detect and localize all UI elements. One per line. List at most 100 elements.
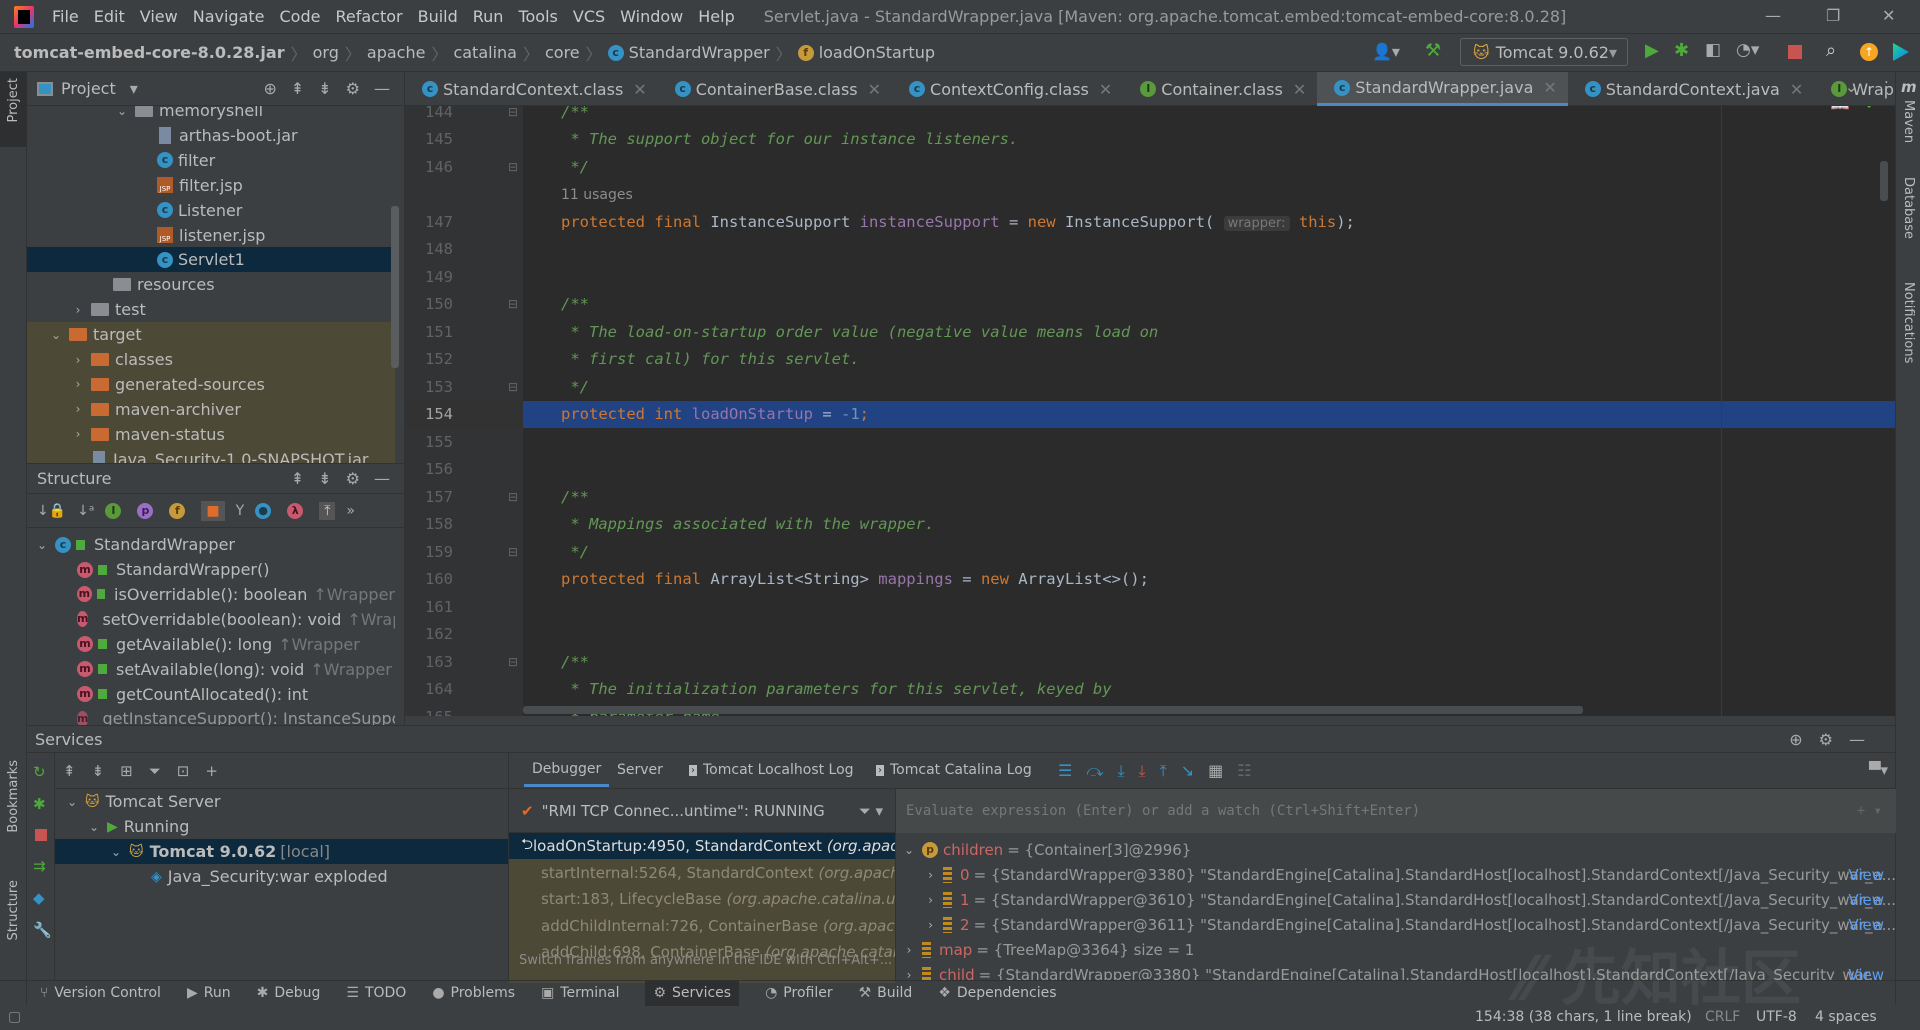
chevron-right-icon[interactable]: › — [71, 353, 85, 367]
stack-frame[interactable]: start:183, LifecycleBase (org.apache.cata… — [509, 886, 895, 912]
view-link[interactable]: View — [1848, 866, 1884, 884]
structure-item[interactable]: m setOverridable(boolean): void↑Wrapp — [27, 607, 395, 632]
close-tab-icon[interactable]: ✕ — [1293, 80, 1306, 99]
tool-terminal[interactable]: ▣ Terminal — [541, 985, 619, 1001]
services-tree-item[interactable]: ◈ Java_Security:war exploded — [55, 864, 508, 889]
tab-container-class[interactable]: I Container.class ✕ — [1123, 72, 1317, 106]
chevron-down-icon[interactable]: ⌄ — [65, 795, 79, 809]
project-tree-item[interactable]: › generated-sources — [27, 371, 395, 397]
structure-item[interactable]: m getAvailable(): long ↑Wrapper — [27, 632, 395, 657]
fold-icon[interactable]: ⊟ — [508, 545, 518, 559]
menu-build[interactable]: Build — [418, 7, 458, 26]
database-tool-button[interactable]: Database — [1901, 177, 1916, 239]
debug-icon[interactable]: ✱ — [1674, 40, 1689, 61]
variable-row[interactable]: › 2 = {StandardWrapper@3611} "StandardEngi… — [896, 912, 1896, 937]
force-step-into-icon[interactable]: ⤓ — [1139, 761, 1146, 781]
project-tree-item[interactable]: resources — [27, 272, 395, 297]
filter-icon[interactable]: ⏷ — [149, 762, 161, 780]
fold-icon[interactable]: ⊟ — [508, 297, 518, 311]
close-window-icon[interactable]: ✕ — [1882, 6, 1895, 25]
fold-icon[interactable]: ⊟ — [508, 106, 518, 119]
more-icon[interactable]: » — [346, 503, 355, 519]
caret-position[interactable]: 154:38 (38 chars, 1 line break) — [1475, 1009, 1692, 1025]
breadcrumb-core[interactable]: core — [545, 43, 580, 62]
chevron-down-icon[interactable]: ⌄ — [109, 845, 123, 859]
run-config-selector[interactable]: 🐱 Tomcat 9.0.62 ▾ — [1460, 38, 1628, 66]
project-title[interactable]: Project — [61, 79, 116, 98]
layout-settings-icon[interactable]: ▀▾ — [1869, 761, 1888, 779]
view-link[interactable]: View — [1848, 916, 1884, 934]
chevron-right-icon[interactable]: › — [902, 943, 916, 957]
trace-icon[interactable]: ☷ — [1237, 761, 1251, 781]
tab-containerbase-class[interactable]: c ContainerBase.class ✕ — [658, 72, 892, 106]
variable-row[interactable]: › map = {TreeMap@3364} size = 1 — [896, 937, 1896, 962]
no-problems-check-icon[interactable]: ✔ — [1865, 106, 1878, 113]
project-tree-item[interactable]: Java_Security-1.0-SNAPSHOT.jar — [27, 446, 395, 463]
show-execution-point-icon[interactable]: ☰ — [1058, 761, 1072, 781]
run-to-cursor-icon[interactable]: ↘ — [1181, 761, 1194, 781]
tab-debugger[interactable]: Debugger — [524, 753, 610, 787]
more-vertical-icon[interactable]: ⋮ — [1879, 78, 1894, 96]
evaluate-icon[interactable]: ▦ — [1208, 761, 1223, 781]
line-separator[interactable]: CRLF — [1705, 1009, 1740, 1025]
editor-vertical-scrollbar[interactable] — [1880, 161, 1888, 201]
show-anonymous-icon[interactable]: Y — [236, 503, 245, 519]
project-tree-item[interactable]: ⌄ memoryshell — [27, 106, 395, 123]
project-toolbar-icons[interactable]: ⊕⇞⇟⚙— — [263, 79, 404, 98]
menu-refactor[interactable]: Refactor — [335, 7, 402, 26]
fold-icon[interactable]: ⊟ — [508, 655, 518, 669]
structure-item[interactable]: m setAvailable(long): void ↑Wrapper — [27, 657, 395, 682]
add-watch-icon[interactable]: + ▾ — [1857, 803, 1882, 819]
tab-standardwrapper-java[interactable]: c StandardWrapper.java ✕ — [1317, 72, 1568, 106]
thread-selector[interactable]: ✔ "RMI TCP Connec...untime": RUNNING ⏷ ▾ — [509, 789, 895, 833]
project-tree-item[interactable]: ⌄ target — [27, 322, 395, 348]
breadcrumb-catalina[interactable]: catalina — [453, 43, 517, 62]
tool-version-control[interactable]: ⑂ Version Control — [40, 985, 161, 1001]
breadcrumb-apache[interactable]: apache — [367, 43, 426, 62]
variable-row[interactable]: ⌄ p children = {Container[3]@2996} — [896, 837, 1896, 862]
rerun-icon[interactable]: ↻ — [33, 763, 46, 781]
project-tree-item[interactable]: c Listener — [27, 198, 395, 223]
evaluate-expression-input[interactable]: Evaluate expression (Enter) or add a wat… — [895, 789, 1896, 833]
menu-window[interactable]: Window — [620, 7, 683, 26]
services-header-icons[interactable]: ⊕⚙— — [1789, 730, 1881, 749]
close-tab-icon[interactable]: ✕ — [1099, 80, 1112, 99]
menu-navigate[interactable]: Navigate — [193, 7, 265, 26]
variable-row[interactable]: › 1 = {StandardWrapper@3610} "StandardEngi… — [896, 887, 1896, 912]
project-tree-item[interactable]: › test — [27, 297, 395, 322]
breadcrumb-org[interactable]: org — [313, 43, 339, 62]
project-tree-item[interactable]: › classes — [27, 347, 395, 372]
usages-link[interactable]: 11 usages — [561, 187, 633, 203]
chevron-right-icon[interactable]: › — [71, 402, 85, 416]
stop-icon[interactable] — [1788, 45, 1802, 59]
indent-setting[interactable]: 4 spaces — [1815, 1009, 1877, 1025]
chevron-right-icon[interactable]: › — [71, 303, 85, 317]
sort-visibility-icon[interactable]: ↓🔒 — [37, 503, 66, 519]
sort-alpha-icon[interactable]: ↓ᵃ — [77, 503, 94, 519]
stack-frame[interactable]: addChildInternal:726, ContainerBase (org.… — [509, 913, 895, 939]
show-lambdas-icon[interactable]: λ — [287, 502, 304, 519]
services-tree-item[interactable]: ⌄ ▶ Running — [55, 814, 508, 839]
step-into-icon[interactable]: ⤓ — [1117, 761, 1124, 781]
menu-run[interactable]: Run — [473, 7, 504, 26]
collapse-all-icon[interactable]: ⇟ — [92, 762, 105, 780]
tab-standardcontext-class[interactable]: c StandardContext.class ✕ — [405, 72, 658, 106]
diamond-icon[interactable]: ◆ — [33, 889, 45, 907]
restore-icon[interactable]: ❐ — [1826, 6, 1840, 25]
maven-tool-button[interactable]: Maven — [1901, 100, 1916, 143]
notifications-tool-button[interactable]: Notifications — [1901, 282, 1916, 363]
services-tree-item[interactable]: ⌄ 🐱 Tomcat 9.0.62 [local] — [55, 839, 508, 864]
chevron-right-icon[interactable]: › — [924, 868, 937, 882]
menu-help[interactable]: Help — [698, 7, 734, 26]
menu-view[interactable]: View — [140, 7, 178, 26]
close-tab-icon[interactable]: ✕ — [868, 80, 881, 99]
search-icon[interactable]: ⌕ — [1826, 40, 1836, 61]
toolbox-icon[interactable] — [1893, 43, 1909, 61]
project-tree-item[interactable]: JSP listener.jsp — [27, 223, 395, 248]
step-over-icon[interactable]: ⤼ — [1086, 761, 1103, 781]
profile-icon[interactable]: ◔▾ — [1736, 40, 1759, 60]
breadcrumb-jar[interactable]: tomcat-embed-core-8.0.28.jar — [14, 43, 285, 62]
variable-row[interactable]: › child = {StandardWrapper@3380} "Standard… — [896, 963, 1896, 981]
tab-standardcontext-java[interactable]: c StandardContext.java ✕ — [1568, 72, 1814, 106]
stack-frame[interactable]: ⮌ loadOnStartup:4950, StandardContext (or… — [509, 833, 895, 859]
